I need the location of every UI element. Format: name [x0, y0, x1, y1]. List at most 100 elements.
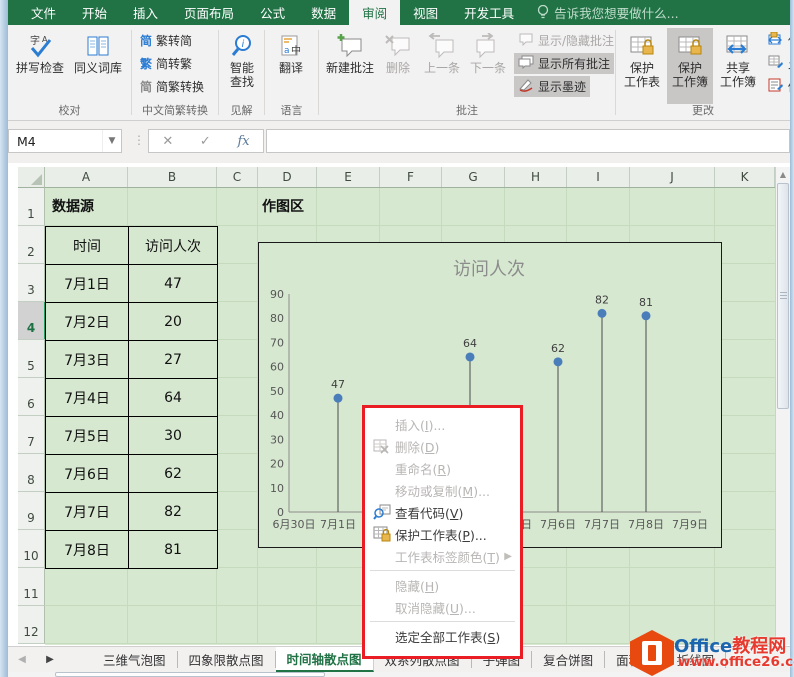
row-header-3[interactable]: 3	[18, 264, 45, 302]
name-box-dropdown-icon[interactable]: ▼	[102, 130, 121, 152]
menu-item[interactable]: 查看代码(V)	[365, 501, 520, 523]
translate-button[interactable]: a中 翻译	[269, 28, 313, 104]
row-header-4[interactable]: 4	[18, 302, 45, 340]
table-cell[interactable]: 7月5日	[46, 417, 129, 455]
spell-check-button[interactable]: 字A 拼写检查	[12, 28, 68, 104]
column-header-b[interactable]: B	[128, 167, 217, 187]
menu-item[interactable]: 选定全部工作表(S)	[365, 625, 520, 647]
chinese-convert-button[interactable]: 简 简繁转换	[136, 76, 208, 97]
row-header-1[interactable]: 1	[18, 188, 45, 226]
ribbon-tab[interactable]: 文件	[18, 0, 69, 25]
table-cell[interactable]: 7月6日	[46, 455, 129, 493]
table-cell[interactable]: 7月2日	[46, 303, 129, 341]
ribbon-tab[interactable]: 公式	[247, 0, 298, 25]
column-header-h[interactable]: H	[505, 167, 567, 187]
data-point[interactable]	[642, 311, 651, 320]
table-cell[interactable]: 7月7日	[46, 493, 129, 531]
table-cell[interactable]: 7月1日	[46, 265, 129, 303]
share-workbook-button[interactable]: 共享 工作簿	[715, 28, 761, 104]
table-cell[interactable]: 47	[129, 265, 218, 303]
table-cell[interactable]: 27	[129, 341, 218, 379]
ribbon-tab[interactable]: 开发工具	[451, 0, 527, 25]
horizontal-scrollbar-thumb[interactable]	[55, 672, 325, 677]
row-header-9[interactable]: 9	[18, 492, 45, 530]
column-header-a[interactable]: A	[45, 167, 128, 187]
ribbon-tab[interactable]: 插入	[120, 0, 171, 25]
cancel-icon[interactable]: ✕	[162, 134, 173, 149]
simp-to-trad-button[interactable]: 繁 简转繁	[136, 53, 196, 74]
sheet-tab[interactable]: 四象限散点图	[178, 651, 276, 668]
column-header-f[interactable]: F	[380, 167, 442, 187]
insert-function-icon[interactable]: fx	[237, 134, 249, 149]
ribbon-tab[interactable]: 开始	[69, 0, 120, 25]
trad-to-simp-button[interactable]: 简 繁转简	[136, 30, 196, 51]
new-comment-button[interactable]: 新建批注	[323, 28, 377, 104]
tell-me-box[interactable]: 告诉我您想要做什么...	[527, 0, 688, 25]
menu-item[interactable]: 保护工作表(P)...	[365, 523, 520, 545]
cell-d1-chart-region-label[interactable]: 作图区	[262, 188, 304, 226]
formula-bar-divider: ⋮	[133, 133, 145, 147]
column-header-i[interactable]: I	[567, 167, 630, 187]
row-header-12[interactable]: 12	[18, 606, 45, 644]
column-header-j[interactable]: J	[630, 167, 715, 187]
data-point[interactable]	[554, 357, 563, 366]
table-cell[interactable]: 62	[129, 455, 218, 493]
row-header-5[interactable]: 5	[18, 340, 45, 378]
group-label-comments: 批注	[319, 102, 615, 118]
column-header-k[interactable]: K	[715, 167, 775, 187]
sheet-tab[interactable]: 三维气泡图	[92, 651, 178, 668]
formula-input[interactable]	[266, 129, 790, 153]
sheet-tab[interactable]: 时间轴散点图	[276, 647, 374, 672]
table-cell[interactable]: 7月4日	[46, 379, 129, 417]
smart-lookup-button[interactable]: i 智能 查找	[221, 28, 263, 104]
row-header-6[interactable]: 6	[18, 378, 45, 416]
row-header-10[interactable]: 10	[18, 530, 45, 568]
table-cell[interactable]: 7月8日	[46, 531, 129, 569]
menu-item-label: 插入(I)...	[395, 415, 445, 434]
column-header-e[interactable]: E	[317, 167, 380, 187]
select-all-corner[interactable]	[18, 167, 45, 188]
data-point[interactable]	[334, 394, 343, 403]
vertical-scrollbar[interactable]: ▲	[775, 167, 790, 645]
ribbon-tab[interactable]: 数据	[298, 0, 349, 25]
name-box[interactable]: M4 ▼	[8, 129, 122, 153]
table-cell[interactable]: 82	[129, 493, 218, 531]
cell-a1-data-source-label[interactable]: 数据源	[52, 188, 94, 226]
table-cell[interactable]: 7月3日	[46, 341, 129, 379]
column-header-d[interactable]: D	[258, 167, 317, 187]
tab-spacer	[64, 647, 92, 672]
table-cell[interactable]: 30	[129, 417, 218, 455]
data-point[interactable]	[598, 309, 607, 318]
ribbon-tab[interactable]: 页面布局	[171, 0, 247, 25]
sheet-tab[interactable]: 复合饼图	[532, 651, 605, 668]
show-hide-comment-button: 显示/隐藏批注	[514, 30, 618, 51]
column-header-g[interactable]: G	[442, 167, 505, 187]
row-header-7[interactable]: 7	[18, 416, 45, 454]
protect-workbook-button[interactable]: 保护 工作簿	[667, 28, 713, 104]
enter-icon[interactable]: ✓	[200, 134, 211, 149]
ribbon-tab[interactable]: 视图	[400, 0, 451, 25]
table-header-cell[interactable]: 时间	[46, 227, 129, 265]
row-header-11[interactable]: 11	[18, 568, 45, 606]
table-header-cell[interactable]: 访问人次	[129, 227, 218, 265]
thesaurus-button[interactable]: 同义词库	[70, 28, 126, 104]
vertical-scrollbar-thumb[interactable]	[777, 183, 789, 409]
delete-comment-button: 删除	[379, 28, 417, 104]
protect-sheet-button[interactable]: 保护 工作表	[619, 28, 665, 104]
scroll-up-icon[interactable]: ▲	[776, 167, 790, 182]
data-point[interactable]	[466, 352, 475, 361]
row-header-8[interactable]: 8	[18, 454, 45, 492]
show-all-comments-button[interactable]: 显示所有批注	[514, 53, 614, 74]
sheet-nav-next-icon[interactable]: ▶	[36, 647, 64, 672]
table-cell[interactable]: 64	[129, 379, 218, 417]
ribbon-tab[interactable]: 审阅	[349, 0, 400, 25]
row-header-2[interactable]: 2	[18, 226, 45, 264]
table-cell[interactable]: 81	[129, 531, 218, 569]
table-cell[interactable]: 20	[129, 303, 218, 341]
show-all-comments-label: 显示所有批注	[538, 55, 610, 72]
sheet-nav-prev-icon[interactable]: ◀	[8, 647, 36, 672]
spell-check-icon: 字A	[27, 31, 53, 61]
show-ink-button[interactable]: 显示墨迹	[514, 76, 590, 97]
table-row: 7月4日64	[46, 379, 218, 417]
column-header-c[interactable]: C	[217, 167, 258, 187]
